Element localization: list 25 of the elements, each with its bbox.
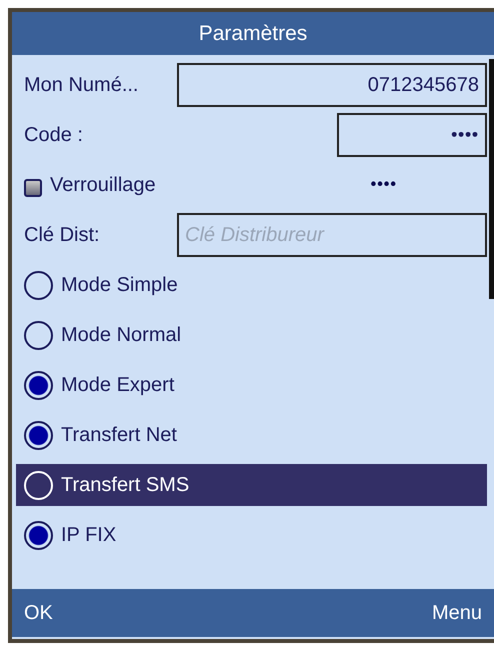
radio-button[interactable]	[24, 420, 53, 450]
window-title: Paramètres	[198, 22, 308, 46]
radio-button[interactable]	[24, 520, 53, 550]
field-label: Mon Numé...	[24, 74, 138, 96]
input-field[interactable]: ••••	[337, 113, 487, 157]
ok-softkey[interactable]: OK	[24, 602, 53, 624]
field-label: Clé Dist:	[24, 224, 100, 246]
option-label: Mode Normal	[61, 324, 182, 346]
radio-button[interactable]	[24, 320, 53, 350]
option-label: IP FIX	[61, 524, 116, 546]
checkbox[interactable]	[24, 179, 42, 197]
option-label: Transfert Net	[61, 424, 177, 446]
scrollbar[interactable]	[489, 59, 494, 299]
menu-softkey[interactable]: Menu	[432, 602, 482, 624]
field-label: Code :	[24, 124, 83, 146]
option-label: Mode Simple	[61, 274, 178, 296]
masked-code: ••••	[370, 176, 397, 194]
checkbox-label: Verrouillage	[50, 174, 156, 196]
highlighted-row[interactable]: Transfert SMS	[16, 464, 487, 506]
option-label: Mode Expert	[61, 374, 174, 396]
option-label: Transfert SMS	[61, 474, 190, 496]
radio-button[interactable]	[24, 370, 53, 400]
radio-button[interactable]	[24, 270, 53, 300]
input-field[interactable]: 0712345678	[177, 63, 487, 107]
input-field[interactable]: Clé Distribureur	[177, 213, 487, 257]
